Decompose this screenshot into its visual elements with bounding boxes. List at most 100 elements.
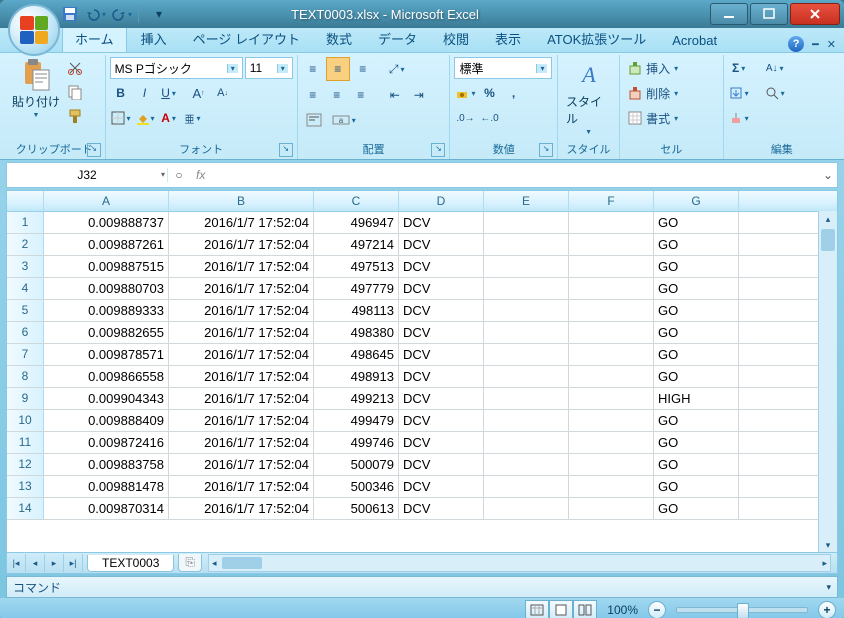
align-dialog-launcher[interactable]: ↘ xyxy=(431,143,445,157)
align-left-icon[interactable]: ≡ xyxy=(302,84,324,106)
cell[interactable] xyxy=(484,344,569,365)
cell[interactable]: 0.009878571 xyxy=(44,344,169,365)
grow-font-icon[interactable]: A↑ xyxy=(188,82,210,104)
zoom-slider[interactable] xyxy=(676,607,808,613)
cell[interactable]: 2016/1/7 17:52:04 xyxy=(169,432,314,453)
decrease-decimal-icon[interactable]: ←.0 xyxy=(478,107,500,129)
cell[interactable]: 0.009880703 xyxy=(44,278,169,299)
cell[interactable]: GO xyxy=(654,212,739,233)
cell[interactable] xyxy=(569,366,654,387)
undo-icon[interactable] xyxy=(86,4,106,24)
comma-icon[interactable]: , xyxy=(502,82,524,104)
cell[interactable]: 496947 xyxy=(314,212,399,233)
underline-button[interactable]: U xyxy=(158,82,180,104)
help-icon[interactable]: ? xyxy=(788,36,804,52)
qat-customize-icon[interactable]: ▾ xyxy=(149,4,169,24)
cell[interactable]: DCV xyxy=(399,234,484,255)
cell[interactable] xyxy=(484,300,569,321)
tab-acrobat[interactable]: Acrobat xyxy=(660,29,729,52)
font-dialog-launcher[interactable]: ↘ xyxy=(279,143,293,157)
find-select-icon[interactable] xyxy=(764,82,786,104)
column-header[interactable]: E xyxy=(484,191,569,211)
page-layout-view-icon[interactable] xyxy=(549,600,573,618)
bold-button[interactable]: B xyxy=(110,82,132,104)
sheet-nav-prev-icon[interactable]: ◂ xyxy=(26,554,45,572)
cell[interactable]: DCV xyxy=(399,498,484,519)
cell[interactable]: DCV xyxy=(399,344,484,365)
styles-button[interactable]: A スタイル ▼ xyxy=(562,57,615,138)
cell[interactable]: 2016/1/7 17:52:04 xyxy=(169,234,314,255)
cell[interactable] xyxy=(569,498,654,519)
cell[interactable]: 0.009881478 xyxy=(44,476,169,497)
cell[interactable] xyxy=(569,278,654,299)
clipboard-dialog-launcher[interactable]: ↘ xyxy=(87,143,101,157)
vertical-scrollbar[interactable]: ▴ ▾ xyxy=(818,211,837,553)
cell[interactable]: DCV xyxy=(399,476,484,497)
cell[interactable] xyxy=(484,322,569,343)
merge-center-icon[interactable]: a xyxy=(328,109,360,131)
cell[interactable]: GO xyxy=(654,410,739,431)
decrease-indent-icon[interactable]: ⇤ xyxy=(384,84,406,106)
cell[interactable]: DCV xyxy=(399,256,484,277)
cell[interactable]: 0.009872416 xyxy=(44,432,169,453)
minimize-button[interactable] xyxy=(710,3,748,25)
align-right-icon[interactable]: ≡ xyxy=(350,84,372,106)
sheet-nav-next-icon[interactable]: ▸ xyxy=(45,554,64,572)
paste-button[interactable]: 貼り付け ▼ xyxy=(8,57,64,121)
insert-cells-button[interactable]: 挿入 xyxy=(624,57,682,79)
close-button[interactable] xyxy=(790,3,840,25)
sheet-nav-last-icon[interactable]: ▸| xyxy=(64,554,83,572)
sheet-tab-active[interactable]: TEXT0003 xyxy=(87,555,174,572)
increase-decimal-icon[interactable]: .0→ xyxy=(454,107,476,129)
cell[interactable]: 0.009882655 xyxy=(44,322,169,343)
autosum-icon[interactable]: Σ xyxy=(728,57,750,79)
cell[interactable] xyxy=(484,498,569,519)
cancel-formula-icon[interactable]: ○ xyxy=(168,166,190,184)
cell[interactable]: 2016/1/7 17:52:04 xyxy=(169,476,314,497)
save-icon[interactable] xyxy=(60,4,80,24)
cell[interactable]: 497214 xyxy=(314,234,399,255)
phonetic-icon[interactable]: 亜 xyxy=(182,107,204,129)
font-name-combo[interactable]: MS Pゴシック▾ xyxy=(110,57,243,79)
borders-icon[interactable] xyxy=(110,107,132,129)
increase-indent-icon[interactable]: ⇥ xyxy=(408,84,430,106)
redo-icon[interactable] xyxy=(112,4,132,24)
fill-color-icon[interactable] xyxy=(134,107,156,129)
cell[interactable]: 498380 xyxy=(314,322,399,343)
row-header[interactable]: 12 xyxy=(7,454,44,475)
cell[interactable]: GO xyxy=(654,366,739,387)
column-header[interactable]: D xyxy=(399,191,484,211)
maximize-button[interactable] xyxy=(750,3,788,25)
cell[interactable]: 2016/1/7 17:52:04 xyxy=(169,410,314,431)
tab-review[interactable]: 校閲 xyxy=(431,25,481,52)
cell[interactable]: 500613 xyxy=(314,498,399,519)
cell[interactable]: GO xyxy=(654,344,739,365)
cell[interactable]: 498113 xyxy=(314,300,399,321)
cell[interactable]: 2016/1/7 17:52:04 xyxy=(169,278,314,299)
cell[interactable] xyxy=(484,212,569,233)
align-top-icon[interactable]: ≡ xyxy=(302,58,324,80)
cell[interactable]: GO xyxy=(654,278,739,299)
cell[interactable]: 2016/1/7 17:52:04 xyxy=(169,388,314,409)
cell[interactable]: 0.009888409 xyxy=(44,410,169,431)
cell[interactable] xyxy=(569,300,654,321)
wrap-text-icon[interactable] xyxy=(302,109,326,131)
row-header[interactable]: 5 xyxy=(7,300,44,321)
cell[interactable]: 0.009883758 xyxy=(44,454,169,475)
tab-insert[interactable]: 挿入 xyxy=(129,25,179,52)
cell[interactable]: DCV xyxy=(399,454,484,475)
select-all-corner[interactable] xyxy=(7,191,44,211)
cell[interactable] xyxy=(569,410,654,431)
cell[interactable]: DCV xyxy=(399,322,484,343)
cell[interactable]: GO xyxy=(654,476,739,497)
orientation-icon[interactable]: ⤢ xyxy=(386,58,408,80)
cell[interactable]: GO xyxy=(654,300,739,321)
cell[interactable] xyxy=(569,476,654,497)
cell[interactable] xyxy=(569,212,654,233)
horizontal-scrollbar[interactable]: ◂ ▸ xyxy=(208,554,831,572)
cell[interactable] xyxy=(484,256,569,277)
align-bottom-icon[interactable]: ≡ xyxy=(352,58,374,80)
column-header[interactable]: B xyxy=(169,191,314,211)
column-header[interactable]: C xyxy=(314,191,399,211)
align-center-icon[interactable]: ≡ xyxy=(326,84,348,106)
